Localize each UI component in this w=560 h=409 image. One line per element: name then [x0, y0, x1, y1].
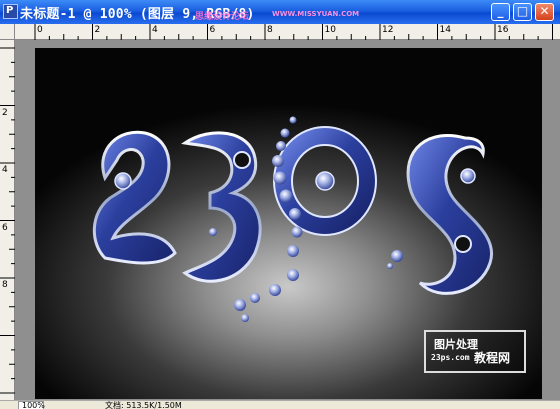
photoshop-document-icon[interactable]: P	[3, 4, 18, 19]
window-title-bar[interactable]: P 未标题-1 @ 100% (图层 9, RGB/8) 思缘设计论坛 WWW.…	[0, 0, 560, 24]
watermark-url: WWW.MISSYUAN.COM	[272, 10, 360, 18]
ruler-label: 8	[267, 25, 273, 35]
document-info[interactable]: 文档: 513.5K/1.50M	[105, 401, 182, 409]
ruler-label: 4	[152, 25, 158, 35]
ruler-label: 6	[2, 222, 8, 233]
zoom-field[interactable]: 100%	[18, 401, 45, 409]
horizontal-ruler[interactable]: 0 2 4 6 8 10 12 14 16	[15, 24, 560, 40]
glyph-3-hole	[233, 151, 251, 169]
document-image[interactable]: 图片处理 教程网 23ps.com	[35, 48, 542, 399]
ruler-label: 8	[2, 280, 8, 290]
glyph-2	[92, 130, 177, 265]
ruler-label: 2	[2, 107, 8, 118]
ruler-origin[interactable]	[0, 24, 15, 40]
glyph-2-gem	[114, 172, 132, 190]
ruler-label: 0	[37, 25, 43, 35]
zoom-value: 100%	[22, 401, 45, 409]
vertical-ruler[interactable]: 2 4 6 8	[0, 40, 15, 400]
ruler-label: 6	[209, 25, 216, 35]
close-icon: ✕	[539, 4, 550, 18]
maximize-icon: □	[516, 4, 529, 18]
logo-url: 23ps.com	[431, 353, 470, 362]
logo-title: 图片处理	[434, 338, 478, 351]
close-button[interactable]: ✕	[535, 3, 554, 21]
glyph-O-gem	[315, 171, 335, 191]
site-logo: 图片处理 教程网 23ps.com	[424, 330, 526, 373]
minimize-icon: _	[497, 4, 504, 18]
minimize-button[interactable]: _	[491, 3, 510, 21]
status-bar: 100% 文档: 513.5K/1.50M	[0, 400, 560, 409]
ruler-label: 12	[382, 25, 394, 35]
ruler-label: 10	[324, 25, 336, 35]
glyph-S-gem	[460, 168, 476, 184]
ruler-label: 4	[2, 165, 8, 175]
watermark-text: 思缘设计论坛	[195, 12, 250, 22]
maximize-button[interactable]: □	[513, 3, 532, 21]
logo-subtitle: 教程网	[474, 351, 511, 365]
ruler-label: 2	[94, 25, 101, 35]
glyph-S	[406, 133, 494, 295]
canvas-workspace[interactable]: 图片处理 教程网 23ps.com	[15, 40, 560, 400]
ruler-label: 16	[497, 25, 509, 35]
glyph-S-hole	[454, 235, 472, 253]
ruler-label: 14	[439, 25, 451, 35]
